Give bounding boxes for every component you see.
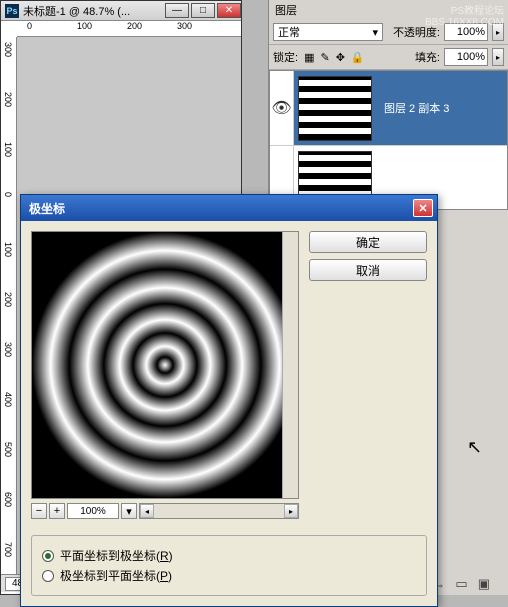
lock-transparency-icon[interactable]: ▦ xyxy=(304,51,314,64)
scroll-left-icon[interactable]: ◂ xyxy=(140,504,154,518)
zoom-out-button[interactable]: − xyxy=(31,503,47,519)
fill-flyout[interactable]: ▸ xyxy=(492,48,504,66)
layer-name[interactable]: 图层 2 副本 3 xyxy=(376,100,449,116)
minimize-button[interactable]: — xyxy=(165,3,189,18)
radio-icon[interactable] xyxy=(42,570,54,582)
preview-scrollbar-vertical[interactable] xyxy=(282,232,298,499)
lock-paint-icon[interactable]: ✎ xyxy=(320,51,329,64)
blend-mode-select[interactable]: 正常 ▾ xyxy=(273,23,383,41)
layer-thumbnail[interactable] xyxy=(298,76,372,141)
fill-label: 填充: xyxy=(415,49,440,65)
zoom-in-button[interactable]: + xyxy=(49,503,65,519)
lock-label: 锁定: xyxy=(273,49,298,65)
zoom-dropdown[interactable]: ▾ xyxy=(121,503,137,519)
option-polar-to-rect[interactable]: 极坐标到平面坐标(P) xyxy=(42,567,416,584)
maximize-button[interactable]: □ xyxy=(191,3,215,18)
watermark: PS教程论坛 BBS.16XX8.COM xyxy=(425,2,504,28)
fill-input[interactable]: 100% xyxy=(444,48,488,66)
photoshop-icon: Ps xyxy=(5,4,19,18)
document-title: 未标题-1 @ 48.7% (... xyxy=(23,3,165,19)
ok-button[interactable]: 确定 xyxy=(309,231,427,253)
layer-visibility-icon[interactable]: 👁 xyxy=(270,71,294,145)
layers-list[interactable]: 👁 图层 2 副本 3 xyxy=(269,70,508,210)
new-group-icon[interactable]: ▭ xyxy=(455,576,467,592)
lock-icons: ▦ ✎ ✥ 🔒 xyxy=(304,51,365,64)
polar-options-group: 平面坐标到极坐标(R) 极坐标到平面坐标(P) xyxy=(31,535,427,596)
scroll-right-icon[interactable]: ▸ xyxy=(284,504,298,518)
close-button[interactable]: ✕ xyxy=(217,3,241,18)
chevron-down-icon: ▾ xyxy=(372,26,378,39)
dialog-title: 极坐标 xyxy=(29,200,65,217)
dialog-titlebar[interactable]: 极坐标 ✕ xyxy=(21,195,437,221)
radio-icon[interactable] xyxy=(42,550,54,562)
preview-scrollbar-horizontal[interactable]: ◂ ▸ xyxy=(139,503,299,519)
lock-all-icon[interactable]: 🔒 xyxy=(351,51,365,64)
document-titlebar[interactable]: Ps 未标题-1 @ 48.7% (... — □ ✕ xyxy=(1,1,241,21)
zoom-value[interactable]: 100% xyxy=(67,503,119,519)
option-rect-to-polar[interactable]: 平面坐标到极坐标(R) xyxy=(42,547,416,564)
ruler-vertical[interactable]: 300 200 100 0 100 200 300 400 500 600 70… xyxy=(1,37,17,574)
new-layer-icon[interactable]: ▣ xyxy=(478,576,490,592)
ruler-horizontal[interactable]: 0 100 200 300 xyxy=(17,21,241,37)
lock-move-icon[interactable]: ✥ xyxy=(336,51,345,64)
layer-row[interactable]: 👁 图层 2 副本 3 xyxy=(270,71,507,146)
dialog-close-button[interactable]: ✕ xyxy=(413,199,433,217)
preview-image[interactable] xyxy=(31,231,299,499)
cancel-button[interactable]: 取消 xyxy=(309,259,427,281)
polar-coordinates-dialog: 极坐标 ✕ xyxy=(20,194,438,607)
